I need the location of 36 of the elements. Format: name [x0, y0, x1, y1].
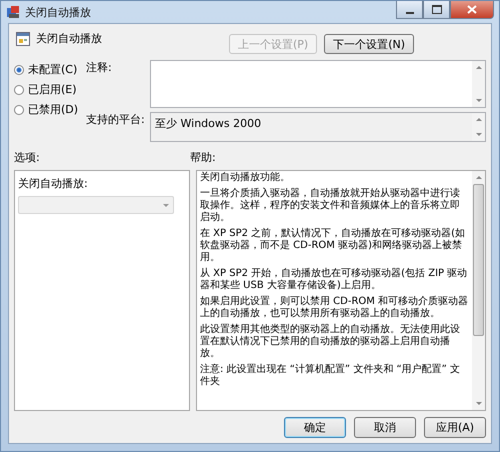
- radio-label[interactable]: 未配置(C): [28, 62, 78, 77]
- comment-field[interactable]: [150, 60, 486, 108]
- radio-button[interactable]: [14, 84, 24, 94]
- scrollbar[interactable]: [472, 61, 485, 107]
- minimize-icon: [406, 12, 414, 14]
- policy-name: 关闭自动播放: [36, 31, 102, 46]
- help-paragraph: 注意: 此设置出现在 “计算机配置” 文件夹和 “用户配置” 文件夹: [200, 364, 461, 388]
- dialog-button[interactable]: 应用(A): [424, 417, 486, 438]
- radio-label[interactable]: 已启用(E): [28, 82, 77, 97]
- scrollbar[interactable]: [472, 171, 485, 410]
- window-icon: [6, 5, 20, 19]
- radio-label[interactable]: 已禁用(D): [28, 102, 78, 117]
- policy-icon: [16, 32, 30, 46]
- maximize-icon: [432, 5, 442, 14]
- section-label: 帮助:: [190, 150, 216, 165]
- field-label: 注释:: [86, 60, 113, 76]
- radio-button[interactable]: [14, 64, 24, 74]
- platform-text: 至少 Windows 2000: [154, 116, 262, 132]
- option-label: 关闭自动播放:: [18, 176, 89, 191]
- help-paragraph: 此设置禁用其他类型的驱动器上的自动播放。无法使用此设置在默认情况下已禁用的自动播放的驱动器上启用自动播放。: [200, 324, 461, 360]
- help-paragraph: 关闭自动播放功能。: [200, 172, 291, 184]
- dialog-button[interactable]: 取消: [354, 417, 416, 438]
- maximize-button[interactable]: [423, 1, 450, 19]
- window-title: 关闭自动播放: [25, 4, 91, 20]
- dialog-button[interactable]: 确定: [284, 417, 346, 438]
- help-paragraph: 一旦将介质插入驱动器，自动播放就开始从驱动器中进行读取操作。这样，程序的安装文件和音频媒体上的音乐将立即启动。: [200, 188, 461, 224]
- help-paragraph: 从 XP SP2 开始，自动播放也在可移动驱动器(包括 ZIP 驱动器和某些 USB 大容量存储设备)上启用。: [200, 268, 468, 292]
- radio-button[interactable]: [14, 104, 24, 114]
- minimize-button[interactable]: [396, 1, 423, 19]
- close-icon: [467, 5, 477, 14]
- field-label: 支持的平台:: [86, 112, 146, 128]
- help-paragraph: 在 XP SP2 之前，默认情况下，自动播放在可移动驱动器(如软盘驱动器，而不是 CD-ROM 驱动器)和网络驱动器上被禁用。: [200, 228, 466, 264]
- section-label: 选项:: [14, 150, 41, 165]
- setting-nav-button[interactable]: 下一个设置(N): [324, 34, 414, 54]
- help-paragraph: 如果启用此设置，则可以禁用 CD-ROM 和可移动介质驱动器上的自动播放，也可以禁用所有驱动器上的自动播放。: [200, 296, 469, 320]
- close-button[interactable]: [450, 1, 494, 19]
